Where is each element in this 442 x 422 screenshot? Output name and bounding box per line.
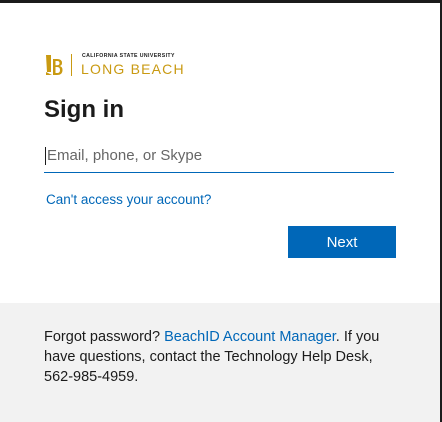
page-title: Sign in [44,96,124,123]
email-field-container [44,140,394,173]
text-caret [45,147,46,165]
email-input[interactable] [44,140,394,171]
beachid-account-manager-link[interactable]: BeachID Account Manager [164,329,336,345]
lb-monogram-icon [46,55,63,75]
footer-panel: Forgot password? BeachID Account Manager… [0,303,440,422]
footer-help-text: Forgot password? BeachID Account Manager… [44,327,396,387]
footer-prefix: Forgot password? [44,329,165,345]
window-top-border [0,0,442,3]
logo-divider [71,54,72,76]
next-button[interactable]: Next [288,226,396,258]
csulb-logo: CALIFORNIA STATE UNIVERSITY LONG BEACH [44,52,185,78]
cant-access-account-link[interactable]: Can't access your account? [46,192,211,207]
sign-in-window: CALIFORNIA STATE UNIVERSITY LONG BEACH S… [0,0,442,422]
logo-campus-text: LONG BEACH [81,60,185,77]
logo-wordmark: CALIFORNIA STATE UNIVERSITY LONG BEACH [81,53,185,77]
logo-university-text: CALIFORNIA STATE UNIVERSITY [82,53,175,60]
